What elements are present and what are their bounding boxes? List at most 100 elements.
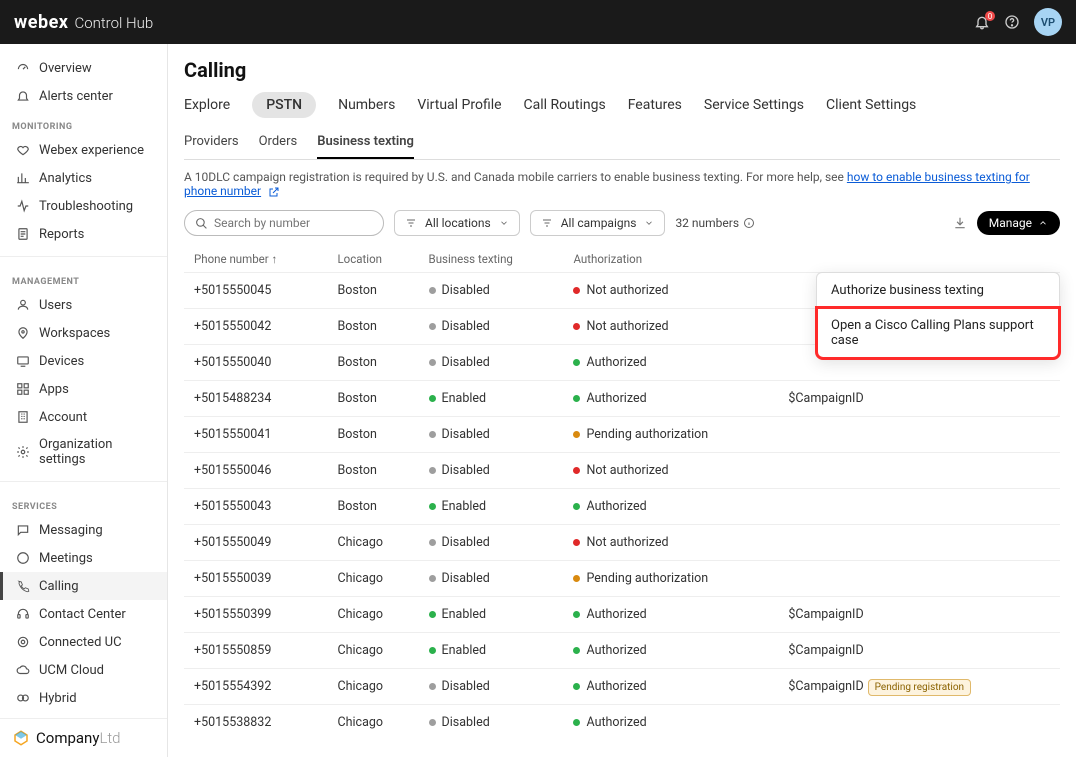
cell-phone: +5015550043 [184, 489, 327, 525]
cell-phone: +5015488234 [184, 381, 327, 417]
table-row[interactable]: +5015550039ChicagoDisabledPending author… [184, 561, 1060, 597]
help-button[interactable] [1004, 14, 1020, 30]
sidebar-item-label: Alerts center [39, 89, 113, 104]
company-name: CompanyLtd [36, 729, 121, 747]
phone-icon [15, 578, 31, 594]
sidebar-item-alerts-center[interactable]: Alerts center [0, 82, 167, 110]
table-row[interactable]: +5015488234BostonEnabledAuthorized$Campa… [184, 381, 1060, 417]
subtab-providers[interactable]: Providers [184, 134, 239, 159]
sidebar-item-overview[interactable]: Overview [0, 54, 167, 82]
table-row[interactable]: +5015554392ChicagoDisabledAuthorized$Cam… [184, 669, 1060, 705]
sidebar-item-label: Users [39, 298, 72, 313]
cell-auth: Not authorized [563, 453, 778, 489]
tab-service-settings[interactable]: Service Settings [704, 92, 804, 118]
col-auth[interactable]: Authorization [563, 246, 778, 273]
chevron-down-icon [644, 218, 654, 228]
cell-texting: Disabled [419, 705, 564, 741]
search-input[interactable] [214, 216, 373, 230]
chart-icon [15, 170, 31, 186]
notifications-button[interactable]: 0 [974, 14, 990, 30]
col-location[interactable]: Location [327, 246, 418, 273]
tab-features[interactable]: Features [628, 92, 682, 118]
table-row[interactable]: +5015550859ChicagoEnabledAuthorized$Camp… [184, 633, 1060, 669]
table-row[interactable]: +5015550049ChicagoDisabledNot authorized [184, 525, 1060, 561]
gear-icon [15, 444, 31, 460]
sidebar-item-workspaces[interactable]: Workspaces [0, 319, 167, 347]
sidebar: Overview Alerts center MONITORING Webex … [0, 44, 168, 757]
sidebar-heading-monitoring: MONITORING [0, 110, 167, 136]
table-row[interactable]: +5015550046BostonDisabledNot authorized [184, 453, 1060, 489]
brand-logo: webex [14, 12, 68, 33]
table-row[interactable]: +5015550399ChicagoEnabledAuthorized$Camp… [184, 597, 1060, 633]
table-row[interactable]: +5015550043BostonEnabledAuthorized [184, 489, 1060, 525]
cell-location: Boston [327, 309, 418, 345]
sidebar-item-connected-uc[interactable]: Connected UC [0, 628, 167, 656]
table-row[interactable]: +5015538832ChicagoDisabledAuthorized [184, 705, 1060, 741]
subtab-business-texting[interactable]: Business texting [317, 134, 414, 159]
tab-pstn[interactable]: PSTN [252, 92, 316, 118]
manage-button[interactable]: Manage [977, 211, 1060, 235]
download-button[interactable] [953, 216, 967, 230]
cell-campaign [778, 417, 1060, 453]
filter-campaigns[interactable]: All campaigns [530, 210, 666, 236]
sidebar-item-label: Account [39, 410, 87, 425]
subtab-orders[interactable]: Orders [259, 134, 298, 159]
cell-campaign: $CampaignID [778, 597, 1060, 633]
tab-client-settings[interactable]: Client Settings [826, 92, 916, 118]
hybrid-icon [15, 690, 31, 706]
tab-explore[interactable]: Explore [184, 92, 230, 118]
col-phone[interactable]: Phone number ↑ [184, 246, 327, 273]
cell-campaign [778, 453, 1060, 489]
dropdown-authorize[interactable]: Authorize business texting [817, 273, 1059, 308]
sidebar-item-label: Workspaces [39, 326, 110, 341]
sidebar-item-apps[interactable]: Apps [0, 375, 167, 403]
sidebar-item-analytics[interactable]: Analytics [0, 164, 167, 192]
sidebar-item-calling[interactable]: Calling [0, 572, 167, 600]
sidebar-item-users[interactable]: Users [0, 291, 167, 319]
dropdown-open-support-case[interactable]: Open a Cisco Calling Plans support case [817, 308, 1059, 358]
headset-icon [15, 606, 31, 622]
info-icon[interactable] [743, 217, 755, 229]
sidebar-item-account[interactable]: Account [0, 403, 167, 431]
sidebar-heading-management: MANAGEMENT [0, 265, 167, 291]
avatar[interactable]: VP [1034, 8, 1062, 36]
sidebar-item-messaging[interactable]: Messaging [0, 516, 167, 544]
sidebar-item-troubleshooting[interactable]: Troubleshooting [0, 192, 167, 220]
sidebar-item-label: Webex experience [39, 143, 144, 158]
tab-call-routings[interactable]: Call Routings [524, 92, 606, 118]
sidebar-item-label: Reports [39, 227, 84, 242]
cell-auth: Not authorized [563, 309, 778, 345]
cell-phone: +5015554392 [184, 669, 327, 705]
sidebar-item-reports[interactable]: Reports [0, 220, 167, 248]
filter-icon [405, 217, 417, 229]
sidebar-item-ucm-cloud[interactable]: UCM Cloud [0, 656, 167, 684]
sidebar-item-label: Connected UC [39, 635, 122, 650]
cell-texting: Enabled [419, 633, 564, 669]
chevron-down-icon [499, 218, 509, 228]
building-icon [15, 409, 31, 425]
filter-locations[interactable]: All locations [394, 210, 520, 236]
sort-asc-icon: ↑ [272, 252, 278, 266]
sidebar-item-hybrid[interactable]: Hybrid [0, 684, 167, 712]
cell-phone: +5015550039 [184, 561, 327, 597]
manage-dropdown: Authorize business texting Open a Cisco … [816, 272, 1060, 359]
table-row[interactable]: +5015550041BostonDisabledPending authori… [184, 417, 1060, 453]
cell-texting: Enabled [419, 489, 564, 525]
sidebar-item-webex-experience[interactable]: Webex experience [0, 136, 167, 164]
primary-tabs: Explore PSTN Numbers Virtual Profile Cal… [184, 92, 1060, 118]
sidebar-item-label: Calling [39, 579, 79, 594]
col-texting[interactable]: Business texting [419, 246, 564, 273]
sidebar-item-org-settings[interactable]: Organization settings [0, 431, 167, 473]
sidebar-item-label: Messaging [39, 523, 103, 538]
tab-virtual-profile[interactable]: Virtual Profile [417, 92, 501, 118]
search-input-wrapper[interactable] [184, 210, 384, 236]
sidebar-item-contact-center[interactable]: Contact Center [0, 600, 167, 628]
tab-numbers[interactable]: Numbers [338, 92, 395, 118]
sidebar-item-meetings[interactable]: Meetings [0, 544, 167, 572]
cell-texting: Disabled [419, 417, 564, 453]
cell-auth: Authorized [563, 489, 778, 525]
notif-badge: 0 [985, 11, 995, 21]
sidebar-item-devices[interactable]: Devices [0, 347, 167, 375]
cell-phone: +5015550046 [184, 453, 327, 489]
company-footer: CompanyLtd [0, 718, 167, 757]
